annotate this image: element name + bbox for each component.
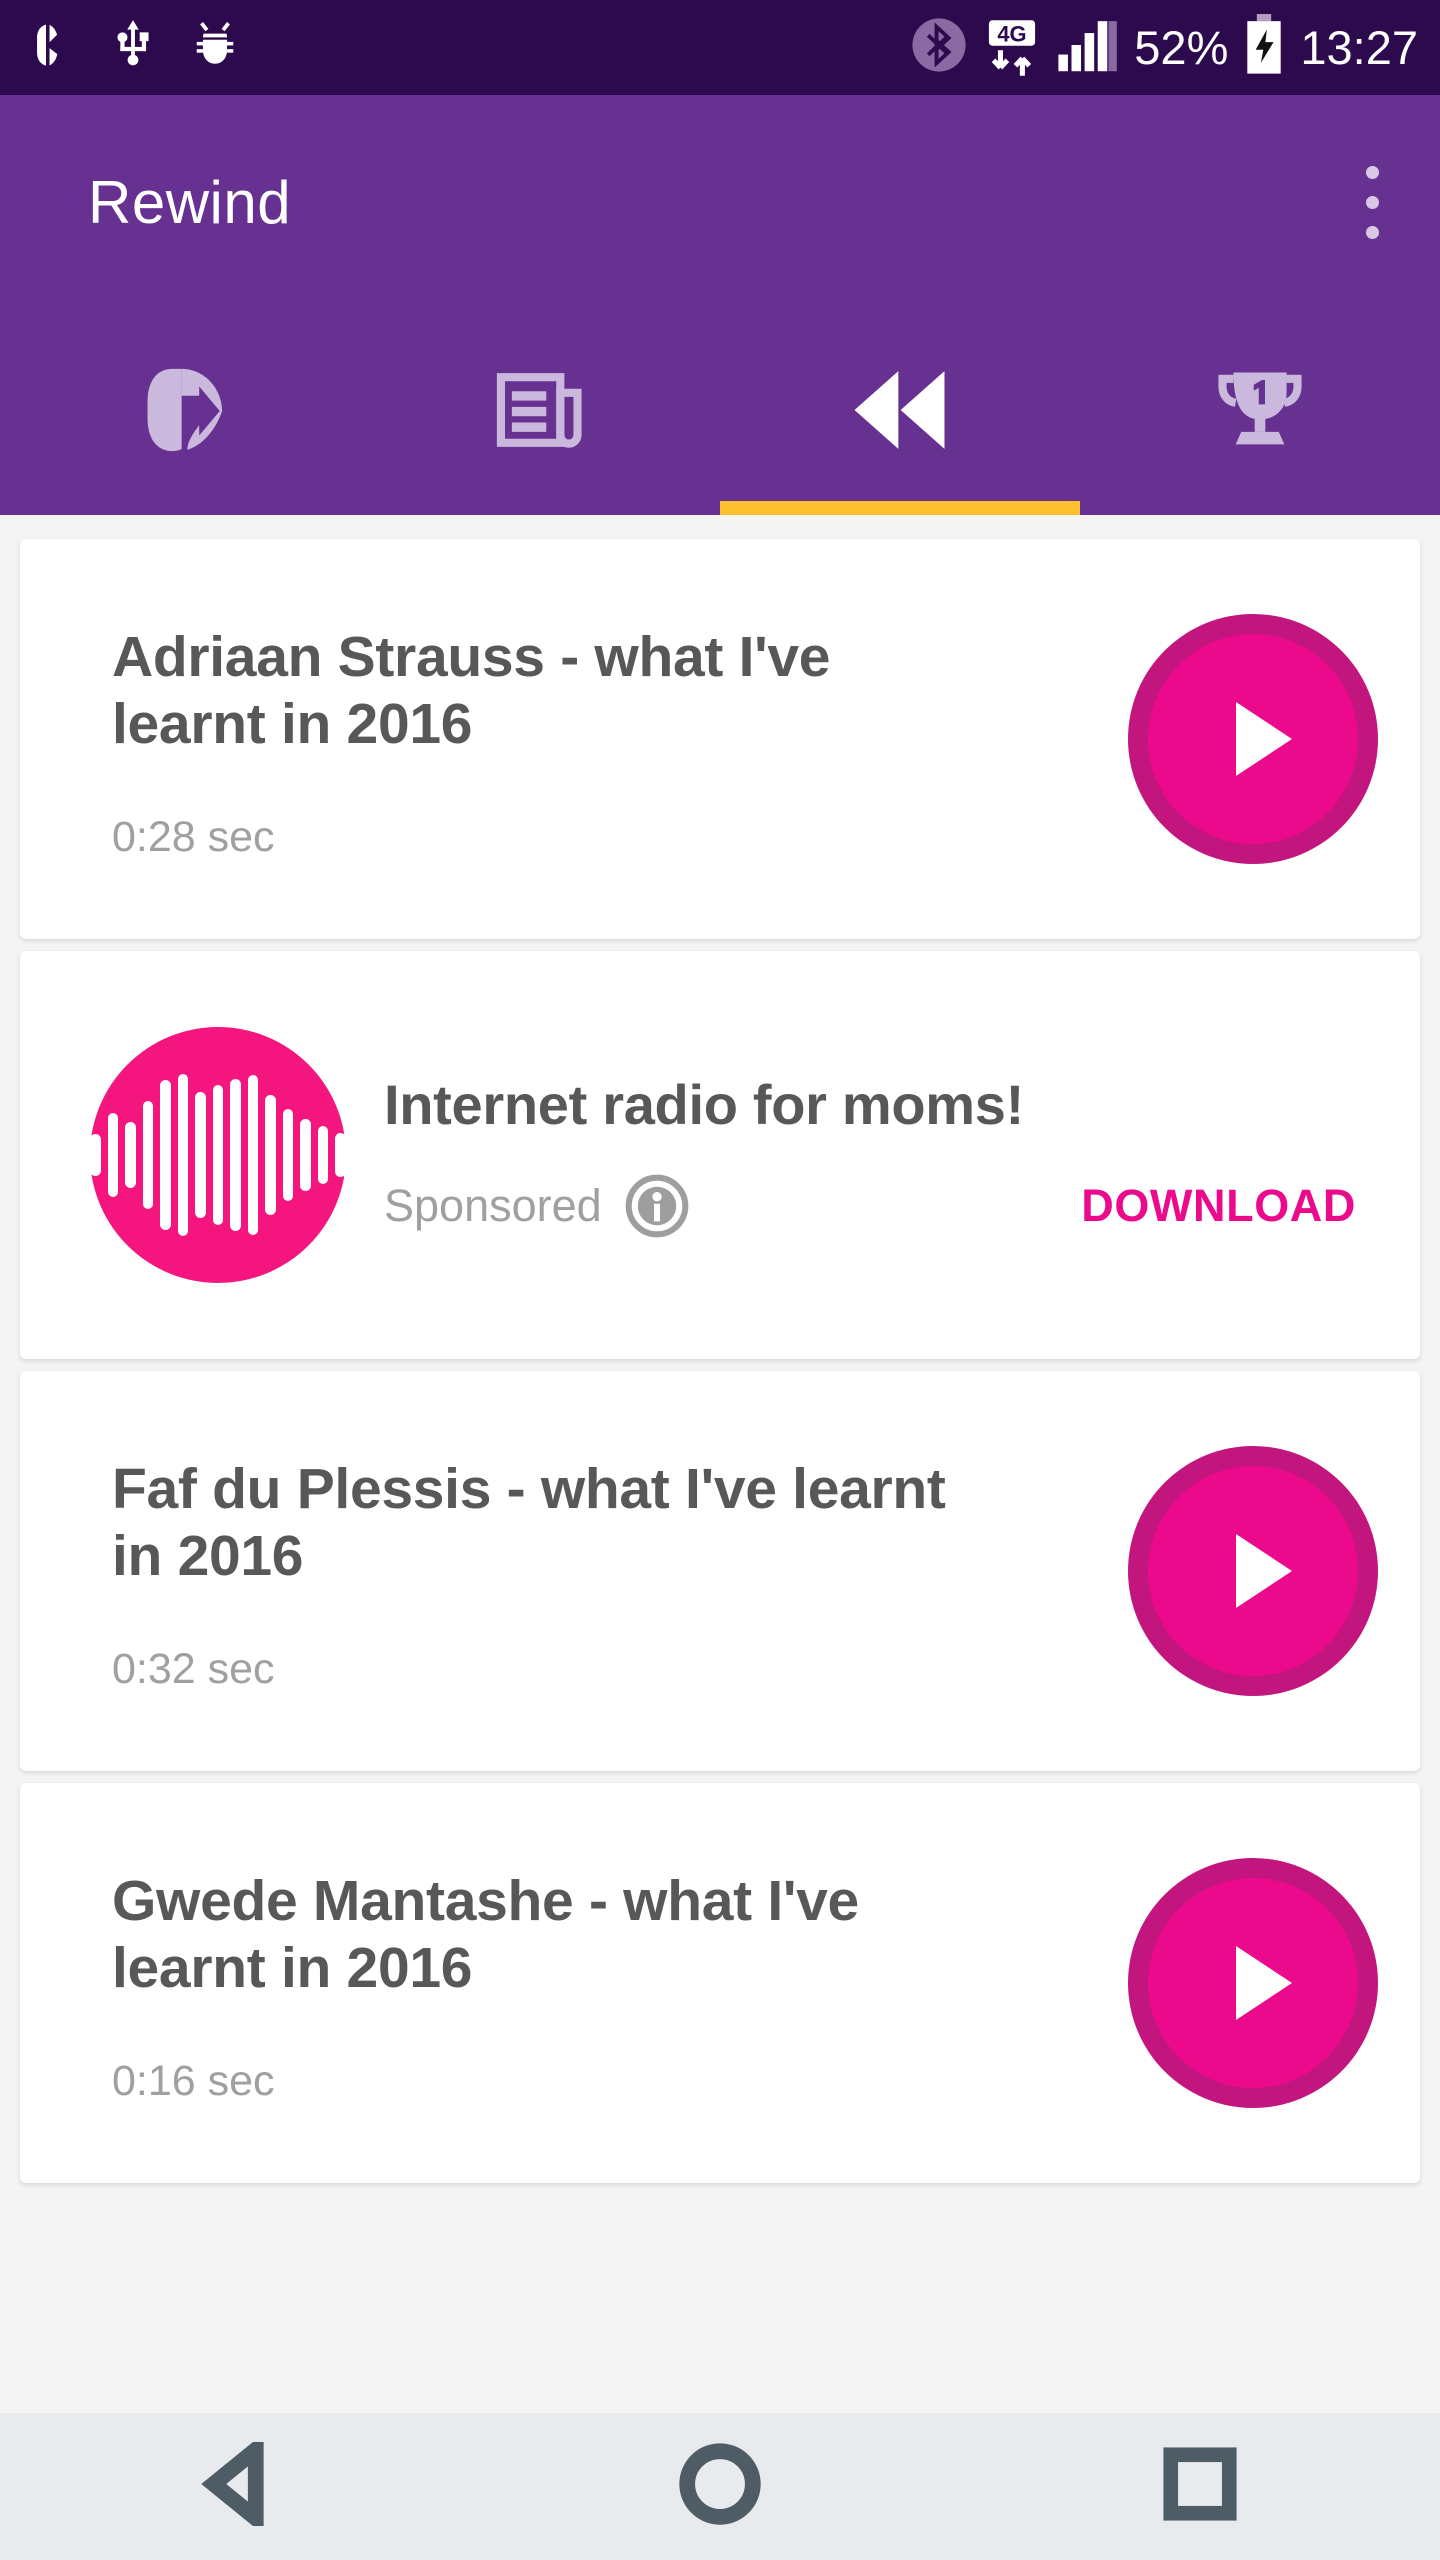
episode-info: Gwede Mantashe - what I've learnt in 201… [112,1783,1128,2183]
app-bar: Rewind [0,95,1440,515]
app-screen: 4G 52% 13:27 Rewind Adriaan Strauss - wh… [0,0,1440,2560]
android-debug-bug-icon [190,18,240,77]
newspaper-icon [490,360,590,465]
play-button[interactable] [1128,614,1378,864]
status-bar-left-icons [26,18,240,77]
overflow-menu-button[interactable] [1342,143,1402,263]
app-logo-icon [127,357,233,468]
play-button[interactable] [1128,1446,1378,1696]
download-button[interactable]: DOWNLOAD [1081,1180,1372,1232]
signal-bars-icon [1056,16,1118,79]
play-button-inner [1148,634,1358,844]
active-tab-indicator [720,501,1080,515]
back-button[interactable] [0,2433,480,2535]
tab-rewind[interactable] [720,310,1080,515]
play-button[interactable] [1128,1858,1378,2108]
svg-text:4G: 4G [998,21,1027,46]
tab-home[interactable] [0,310,360,515]
play-button-inner [1148,1466,1358,1676]
tab-news[interactable] [360,310,720,515]
tab-leaderboard[interactable] [1080,310,1440,515]
play-icon [1236,1534,1292,1608]
audio-waveform-icon [90,1027,346,1283]
app-bar-top-row: Rewind [0,95,1440,310]
list-item[interactable]: Gwede Mantashe - what I've learnt in 201… [20,1783,1420,2183]
clock-label: 13:27 [1300,21,1418,74]
ad-info-icon[interactable] [624,1173,690,1239]
sponsored-label: Sponsored [384,1179,602,1231]
status-bar-right-icons: 4G 52% 13:27 [910,14,1418,81]
episode-title: Faf du Plessis - what I've learnt in 201… [112,1456,946,1588]
back-triangle-icon [198,2433,282,2535]
episode-info: Faf du Plessis - what I've learnt in 201… [112,1371,1128,1771]
play-button-inner [1148,1878,1358,2088]
mobile-data-4g-icon: 4G [984,18,1040,78]
rewind-icon [844,362,956,463]
list-item[interactable]: Adriaan Strauss - what I've learnt in 20… [20,539,1420,939]
ad-title: Internet radio for moms! [384,1072,1024,1136]
episode-duration: 0:32 sec [112,1645,275,1694]
episode-duration: 0:28 sec [112,813,275,862]
sponsored-ad-card[interactable]: Internet radio for moms! Sponsored DOWNL… [20,951,1420,1359]
tab-bar [0,310,1440,515]
home-circle-icon [678,2442,762,2531]
page-title: Rewind [88,169,292,236]
episode-title: Gwede Mantashe - what I've learnt in 201… [112,1868,859,2000]
episode-info: Adriaan Strauss - what I've learnt in 20… [112,539,1128,939]
dot-icon [1365,166,1379,179]
system-navigation-bar [0,2413,1440,2560]
battery-charging-icon [1244,14,1284,81]
bluetooth-icon [910,16,968,79]
trophy-icon [1210,360,1310,465]
ad-meta-row: Sponsored DOWNLOAD [384,1173,1372,1239]
episode-duration: 0:16 sec [112,2057,275,2106]
dot-icon [1365,226,1379,239]
recents-square-icon [1161,2445,1239,2528]
home-button[interactable] [480,2442,960,2531]
battery-percent-label: 52% [1134,21,1229,74]
episode-title: Adriaan Strauss - what I've learnt in 20… [112,624,831,756]
status-bar: 4G 52% 13:27 [0,0,1440,95]
app-notification-icon [26,20,76,75]
list-item[interactable]: Faf du Plessis - what I've learnt in 201… [20,1371,1420,1771]
usb-icon [110,19,156,76]
recents-button[interactable] [960,2445,1440,2528]
play-icon [1236,1946,1292,2020]
play-icon [1236,702,1292,776]
rewind-list[interactable]: Adriaan Strauss - what I've learnt in 20… [0,515,1440,2413]
dot-icon [1365,196,1379,209]
ad-body: Internet radio for moms! Sponsored DOWNL… [384,1072,1372,1239]
